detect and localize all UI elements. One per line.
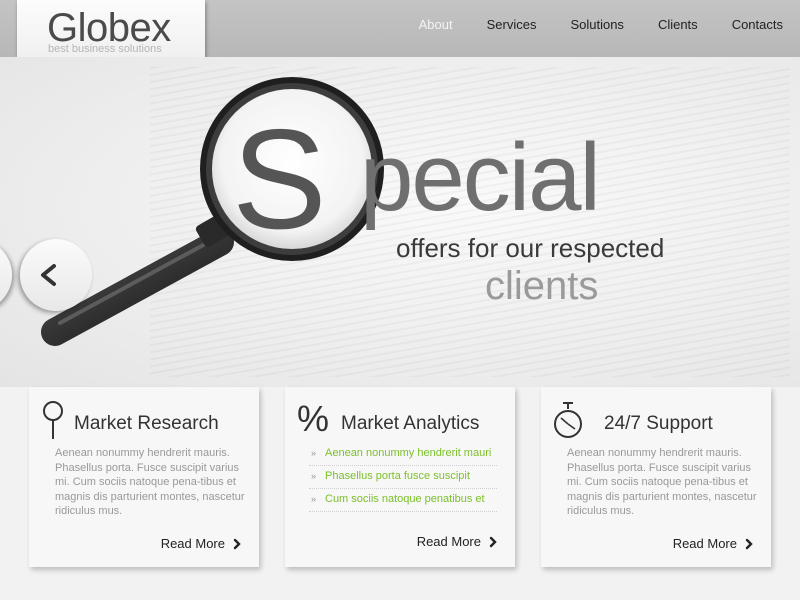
- card-list: » Aenean nonummy hendrerit mauri » Phasell…: [309, 443, 497, 512]
- arrow-right-icon: »: [311, 494, 317, 504]
- read-more-link[interactable]: Read More: [161, 536, 241, 551]
- hero-headline-letter: S: [232, 100, 327, 259]
- main-nav: About Services Solutions Clients Contact…: [419, 17, 800, 32]
- nav-solutions[interactable]: Solutions: [570, 17, 623, 32]
- chevron-right-icon: [489, 536, 497, 547]
- arrow-right-icon: »: [311, 448, 317, 458]
- nav-contacts[interactable]: Contacts: [732, 17, 783, 32]
- hero-headline: pecial: [360, 124, 601, 231]
- list-item[interactable]: » Cum sociis natoque penatibus et: [309, 489, 497, 512]
- hero-slider: S pecial offers for our respected client…: [0, 57, 800, 387]
- percent-icon: %: [297, 399, 329, 439]
- nav-about[interactable]: About: [419, 17, 453, 32]
- card-text: Aenean nonummy hendrerit mauris. Phasell…: [567, 447, 757, 517]
- chevron-left-icon: [41, 264, 56, 286]
- svg-text:%: %: [297, 399, 329, 439]
- hero-subline-clients: clients: [485, 264, 599, 308]
- card-title: Market Research: [74, 413, 219, 434]
- card-support: 24/7 Support Aenean nonummy hendrerit ma…: [541, 387, 771, 567]
- read-more-label: Read More: [160, 536, 225, 551]
- chevron-right-icon: [745, 538, 753, 549]
- stopwatch-icon: [554, 402, 582, 438]
- card-market-research: Market Research Aenean nonummy hendrerit…: [29, 387, 259, 567]
- list-item[interactable]: » Phasellus porta fusce suscipit: [309, 466, 497, 489]
- card-text: Aenean nonummy hendrerit mauris. Phasell…: [55, 447, 245, 517]
- read-more-link[interactable]: Read More: [673, 536, 753, 551]
- card-title: 24/7 Support: [604, 413, 713, 434]
- slider-prev-button[interactable]: [20, 239, 92, 311]
- read-more-label: Read More: [416, 534, 481, 549]
- hero-subline: offers for our respected: [396, 233, 665, 263]
- list-item[interactable]: » Aenean nonummy hendrerit mauri: [309, 443, 497, 466]
- magnifier-icon: [43, 401, 63, 439]
- read-more-link[interactable]: Read More: [417, 534, 497, 549]
- arrow-right-icon: »: [311, 471, 317, 481]
- logo-tagline: best business solutions: [48, 43, 162, 55]
- chevron-right-icon: [233, 538, 241, 549]
- card-title: Market Analytics: [341, 413, 480, 434]
- read-more-label: Read More: [672, 536, 737, 551]
- card-market-analytics: % Market Analytics » Aenean nonummy hendr…: [285, 387, 515, 567]
- nav-clients[interactable]: Clients: [658, 17, 698, 32]
- nav-services[interactable]: Services: [487, 17, 537, 32]
